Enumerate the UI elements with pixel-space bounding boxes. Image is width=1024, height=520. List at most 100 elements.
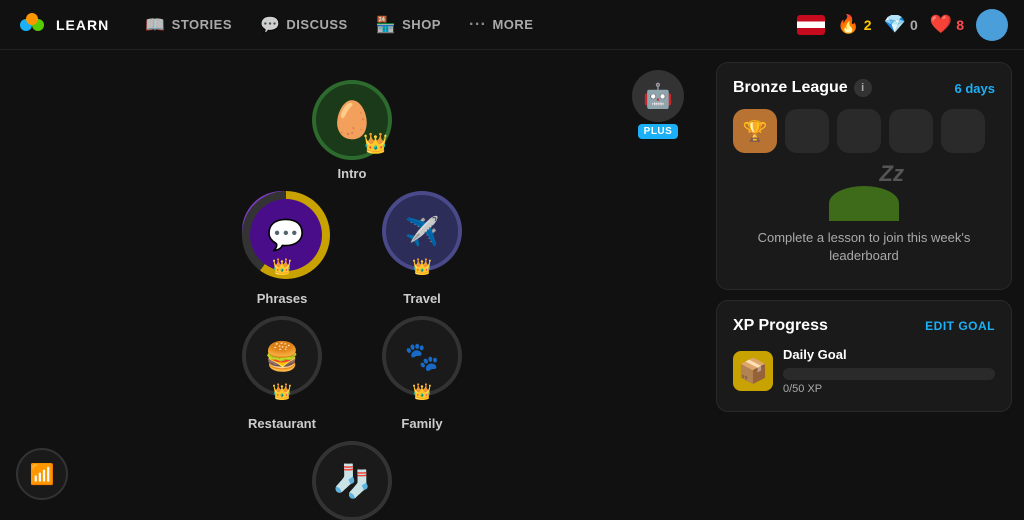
xp-title: XP Progress (733, 317, 828, 335)
mound (829, 186, 899, 221)
learn-content: 📶 🤖 PLUS 🥚 👑 Intro (0, 50, 704, 520)
nav-item-discuss[interactable]: 💬 DISCUSS (248, 9, 360, 41)
gem-count: 0 (910, 17, 918, 33)
more-label: MORE (492, 17, 533, 32)
trophy-icon: 🏆 (743, 119, 768, 144)
gem-badge[interactable]: 💎 0 (884, 14, 918, 35)
restaurant-crown-icon: 👑 (272, 382, 292, 402)
league-avatars: 🏆 (733, 109, 995, 153)
unit-travel-label: Travel (403, 291, 441, 306)
brand-label: LEARN (56, 17, 109, 33)
unit-intro[interactable]: 🥚 👑 Intro (312, 80, 392, 181)
plane-icon: ✈️ (405, 215, 440, 248)
right-panel: Bronze League i 6 days 🏆 (704, 50, 1024, 520)
phrases-crown-icon: 👑 (272, 257, 292, 277)
league-header: Bronze League i 6 days (733, 79, 995, 97)
nav-item-more[interactable]: ··· MORE (457, 10, 545, 40)
more-icon: ··· (469, 16, 486, 34)
unit-family[interactable]: 🐾 👑 Family (382, 316, 462, 431)
language-flag[interactable] (797, 15, 825, 35)
family-crown-icon: 👑 (412, 382, 432, 402)
streak-count: 2 (864, 17, 872, 33)
sleeping-pile-icon: Zz (824, 161, 904, 221)
unit-restaurant[interactable]: 🍔 👑 Restaurant (242, 316, 322, 431)
league-avatar-4 (889, 109, 933, 153)
unit-bottom-circle: 🧦 (312, 441, 392, 520)
shop-icon: 🏪 (376, 15, 396, 35)
leaderboard-sleep-text: Complete a lesson to join this week's le… (733, 229, 995, 265)
sleep-section: Zz Complete a lesson to join this week's… (733, 153, 995, 273)
stories-icon: 📖 (145, 15, 165, 35)
unit-row-1: 💬 👑 Phrases ✈️ 👑 Travel (242, 191, 462, 306)
unit-family-circle: 🐾 👑 (382, 316, 462, 396)
travel-crown-icon: 👑 (412, 257, 432, 277)
zzz-icon: Zz (880, 161, 904, 187)
unit-intro-circle: 🥚 👑 (312, 80, 392, 160)
xp-count: 0/50 XP (783, 383, 995, 395)
streak-badge[interactable]: 🔥 2 (837, 14, 871, 35)
chest-emoji: 📦 (738, 357, 768, 386)
discuss-icon: 💬 (260, 15, 280, 35)
heart-count: 8 (956, 17, 964, 33)
bar-chart-icon: 📶 (30, 462, 55, 487)
unit-restaurant-circle: 🍔 👑 (242, 316, 322, 396)
nav-item-stories[interactable]: 📖 STORIES (133, 9, 244, 41)
league-title-text: Bronze League (733, 79, 848, 97)
unit-row-0: 🥚 👑 Intro (312, 80, 392, 181)
xp-progress-info: Daily Goal 0/50 XP (783, 347, 995, 395)
fire-icon: 🔥 (837, 14, 859, 35)
sock-icon: 🧦 (332, 462, 372, 500)
main-content: 📶 🤖 PLUS 🥚 👑 Intro (0, 50, 1024, 520)
logo[interactable]: LEARN (16, 9, 109, 41)
duolingo-logo-icon (16, 9, 48, 41)
discuss-label: DISCUSS (286, 17, 347, 32)
streak-road-button[interactable]: 📶 (16, 448, 68, 500)
stories-label: STORIES (172, 17, 232, 32)
robot-icon: 🤖 (643, 82, 673, 111)
xp-goal-label: Daily Goal (783, 347, 995, 362)
gem-icon: 💎 (884, 14, 906, 35)
unit-phrases[interactable]: 💬 👑 Phrases (242, 191, 322, 306)
family-icon: 🐾 (405, 340, 440, 373)
league-days: 6 days (955, 81, 995, 96)
nav-item-shop[interactable]: 🏪 SHOP (364, 9, 453, 41)
unit-travel[interactable]: ✈️ 👑 Travel (382, 191, 462, 306)
heart-badge[interactable]: ❤️ 8 (930, 14, 964, 35)
league-avatar-1: 🏆 (733, 109, 777, 153)
unit-family-label: Family (401, 416, 442, 431)
xp-header: XP Progress EDIT GOAL (733, 317, 995, 335)
plus-badge: PLUS (638, 124, 679, 139)
edit-goal-button[interactable]: EDIT GOAL (925, 319, 995, 333)
league-avatar-5 (941, 109, 985, 153)
bronze-league-card: Bronze League i 6 days 🏆 (716, 62, 1012, 290)
xp-row: 📦 Daily Goal 0/50 XP (733, 347, 995, 395)
nav-right: 🔥 2 💎 0 ❤️ 8 (797, 9, 1008, 41)
league-avatar-3 (837, 109, 881, 153)
league-avatar-2 (785, 109, 829, 153)
heart-icon: ❤️ (930, 14, 952, 35)
xp-chest-icon: 📦 (733, 351, 773, 391)
unit-phrases-label: Phrases (257, 291, 308, 306)
unit-intro-label: Intro (338, 166, 367, 181)
units-grid: 🥚 👑 Intro 💬 👑 Phrases (242, 80, 462, 520)
unit-row-2: 🍔 👑 Restaurant 🐾 👑 Family (242, 316, 462, 431)
unit-travel-circle: ✈️ 👑 (382, 191, 462, 271)
burger-icon: 🍔 (265, 340, 300, 373)
shop-label: SHOP (402, 17, 441, 32)
intro-crown-icon: 👑 (363, 131, 388, 156)
unit-restaurant-label: Restaurant (248, 416, 316, 431)
navbar: LEARN 📖 STORIES 💬 DISCUSS 🏪 SHOP ··· MOR… (0, 0, 1024, 50)
xp-progress-card: XP Progress EDIT GOAL 📦 Daily Goal 0/50 … (716, 300, 1012, 412)
plus-avatar: 🤖 PLUS (632, 70, 684, 139)
info-label: i (861, 82, 864, 94)
chat-icon: 💬 (267, 218, 304, 253)
league-title: Bronze League i (733, 79, 872, 97)
nav-items: 📖 STORIES 💬 DISCUSS 🏪 SHOP ··· MORE (133, 9, 773, 41)
xp-bar-background (783, 368, 995, 380)
unit-bottom[interactable]: 🧦 (312, 441, 392, 520)
league-info-icon[interactable]: i (854, 79, 872, 97)
unit-row-3: 🧦 (312, 441, 392, 520)
user-avatar[interactable] (976, 9, 1008, 41)
unit-phrases-circle: 💬 👑 (242, 191, 322, 271)
plus-avatar-image[interactable]: 🤖 (632, 70, 684, 122)
